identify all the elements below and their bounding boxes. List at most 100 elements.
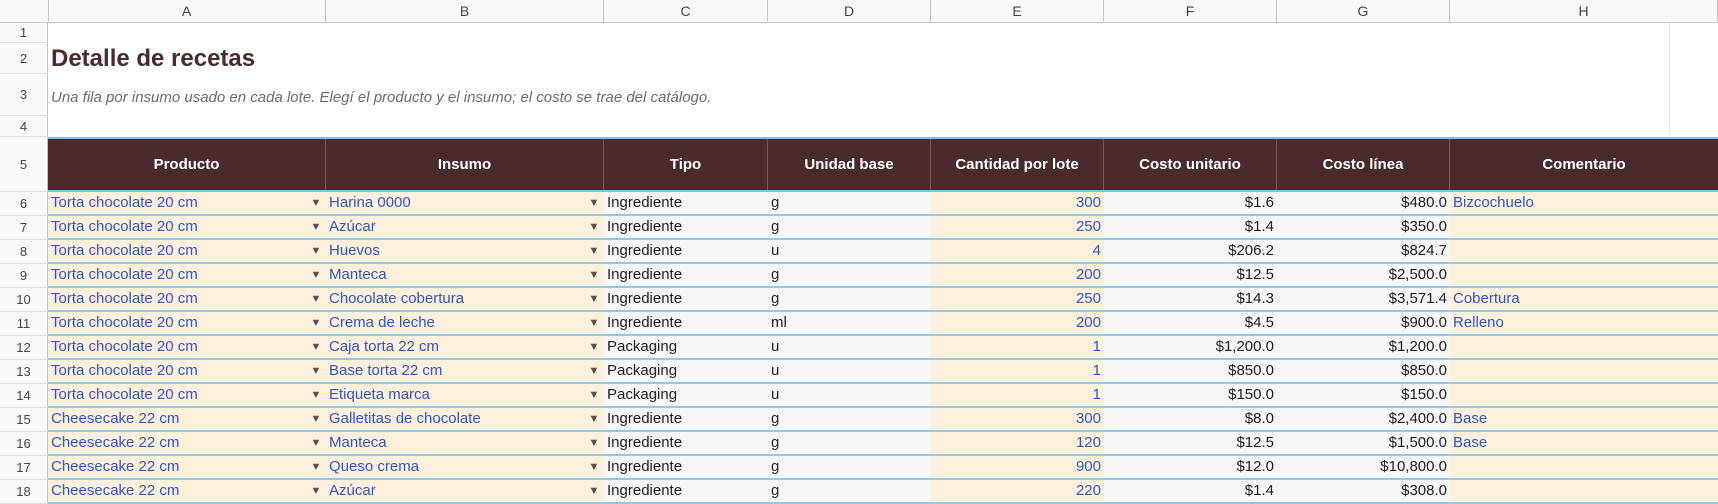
dropdown-arrow-icon[interactable]: ▼ xyxy=(309,192,323,214)
cell-producto[interactable]: Torta chocolate 20 cm xyxy=(48,216,326,238)
cell-tipo[interactable]: Ingrediente xyxy=(604,264,768,286)
cell-costo-linea[interactable]: $2,400.0 xyxy=(1277,408,1450,430)
select-all-corner[interactable] xyxy=(0,0,49,22)
row-header-1[interactable]: 1 xyxy=(0,23,48,43)
row-header-4[interactable]: 4 xyxy=(0,116,48,137)
cell-costo-linea[interactable]: $850.0 xyxy=(1277,360,1450,382)
cell-unidad-base[interactable]: g xyxy=(768,192,931,214)
cell-producto[interactable]: Torta chocolate 20 cm xyxy=(48,264,326,286)
cell-insumo[interactable]: Huevos xyxy=(326,240,604,262)
cell-cantidad-por-lote[interactable]: 300 xyxy=(931,408,1104,430)
cell-producto[interactable]: Torta chocolate 20 cm xyxy=(48,384,326,406)
cell-tipo[interactable]: Packaging xyxy=(604,336,768,358)
header-costo-linea[interactable]: Costo línea xyxy=(1277,139,1450,190)
cell-unidad-base[interactable]: g xyxy=(768,480,931,502)
dropdown-arrow-icon[interactable]: ▼ xyxy=(587,240,601,262)
cell-producto[interactable]: Torta chocolate 20 cm xyxy=(48,360,326,382)
cell-costo-linea[interactable]: $900.0 xyxy=(1277,312,1450,334)
header-producto[interactable]: Producto xyxy=(48,139,326,190)
dropdown-arrow-icon[interactable]: ▼ xyxy=(309,240,323,262)
cell-cantidad-por-lote[interactable]: 200 xyxy=(931,312,1104,334)
cell-tipo[interactable]: Ingrediente xyxy=(604,216,768,238)
cell-insumo[interactable]: Azúcar xyxy=(326,216,604,238)
header-costo-unitario[interactable]: Costo unitario xyxy=(1104,139,1277,190)
cell-tipo[interactable]: Ingrediente xyxy=(604,480,768,502)
cell-insumo[interactable]: Azúcar xyxy=(326,480,604,502)
cell-producto[interactable]: Cheesecake 22 cm xyxy=(48,408,326,430)
dropdown-arrow-icon[interactable]: ▼ xyxy=(587,456,601,478)
cell-costo-unitario[interactable]: $1.6 xyxy=(1104,192,1277,214)
cell-costo-unitario[interactable]: $1,200.0 xyxy=(1104,336,1277,358)
cell-unidad-base[interactable]: u xyxy=(768,384,931,406)
cell-producto[interactable]: Cheesecake 22 cm xyxy=(48,456,326,478)
cell-costo-unitario[interactable]: $850.0 xyxy=(1104,360,1277,382)
cell-insumo[interactable]: Queso crema xyxy=(326,456,604,478)
cell-cantidad-por-lote[interactable]: 300 xyxy=(931,192,1104,214)
cell-comentario[interactable] xyxy=(1450,264,1718,286)
dropdown-arrow-icon[interactable]: ▼ xyxy=(309,480,323,502)
dropdown-arrow-icon[interactable]: ▼ xyxy=(309,216,323,238)
row-header-15[interactable]: 15 xyxy=(0,408,48,432)
cell-insumo[interactable]: Caja torta 22 cm xyxy=(326,336,604,358)
cell-producto[interactable]: Torta chocolate 20 cm xyxy=(48,192,326,214)
cell-costo-unitario[interactable]: $150.0 xyxy=(1104,384,1277,406)
dropdown-arrow-icon[interactable]: ▼ xyxy=(309,408,323,430)
column-header-b[interactable]: B xyxy=(326,0,604,22)
cell-tipo[interactable]: Ingrediente xyxy=(604,456,768,478)
dropdown-arrow-icon[interactable]: ▼ xyxy=(309,384,323,406)
dropdown-arrow-icon[interactable]: ▼ xyxy=(309,264,323,286)
row-header-2[interactable]: 2 xyxy=(0,43,48,74)
cell-unidad-base[interactable]: g xyxy=(768,456,931,478)
row-header-11[interactable]: 11 xyxy=(0,312,48,336)
cell-producto[interactable]: Torta chocolate 20 cm xyxy=(48,240,326,262)
cell-costo-linea[interactable]: $1,200.0 xyxy=(1277,336,1450,358)
cell-cantidad-por-lote[interactable]: 250 xyxy=(931,216,1104,238)
dropdown-arrow-icon[interactable]: ▼ xyxy=(587,192,601,214)
cell-comentario[interactable] xyxy=(1450,216,1718,238)
cell-comentario[interactable]: Base xyxy=(1450,432,1718,454)
cell-tipo[interactable]: Ingrediente xyxy=(604,312,768,334)
cell-comentario[interactable] xyxy=(1450,360,1718,382)
dropdown-arrow-icon[interactable]: ▼ xyxy=(587,336,601,358)
cell-unidad-base[interactable]: g xyxy=(768,288,931,310)
cell-cantidad-por-lote[interactable]: 120 xyxy=(931,432,1104,454)
cell-costo-unitario[interactable]: $8.0 xyxy=(1104,408,1277,430)
dropdown-arrow-icon[interactable]: ▼ xyxy=(587,432,601,454)
dropdown-arrow-icon[interactable]: ▼ xyxy=(587,216,601,238)
cell-costo-unitario[interactable]: $12.5 xyxy=(1104,432,1277,454)
cell-producto[interactable]: Cheesecake 22 cm xyxy=(48,480,326,502)
cell-producto[interactable]: Torta chocolate 20 cm xyxy=(48,312,326,334)
cell-costo-unitario[interactable]: $206.2 xyxy=(1104,240,1277,262)
row-header-5[interactable]: 5 xyxy=(0,137,48,192)
cell-unidad-base[interactable]: g xyxy=(768,216,931,238)
header-unidad-base[interactable]: Unidad base xyxy=(768,139,931,190)
cell-insumo[interactable]: Manteca xyxy=(326,264,604,286)
dropdown-arrow-icon[interactable]: ▼ xyxy=(587,264,601,286)
cell-cantidad-por-lote[interactable]: 200 xyxy=(931,264,1104,286)
cell-tipo[interactable]: Ingrediente xyxy=(604,240,768,262)
cell-insumo[interactable]: Manteca xyxy=(326,432,604,454)
dropdown-arrow-icon[interactable]: ▼ xyxy=(587,288,601,310)
cell-costo-linea[interactable]: $824.7 xyxy=(1277,240,1450,262)
cell-costo-linea[interactable]: $150.0 xyxy=(1277,384,1450,406)
dropdown-arrow-icon[interactable]: ▼ xyxy=(587,408,601,430)
row-header-8[interactable]: 8 xyxy=(0,240,48,264)
dropdown-arrow-icon[interactable]: ▼ xyxy=(587,480,601,502)
dropdown-arrow-icon[interactable]: ▼ xyxy=(309,288,323,310)
dropdown-arrow-icon[interactable]: ▼ xyxy=(309,360,323,382)
dropdown-arrow-icon[interactable]: ▼ xyxy=(309,312,323,334)
cell-costo-unitario[interactable]: $1.4 xyxy=(1104,216,1277,238)
header-cantidad-por-lote[interactable]: Cantidad por lote xyxy=(931,139,1104,190)
cell-costo-unitario[interactable]: $12.5 xyxy=(1104,264,1277,286)
cell-comentario[interactable] xyxy=(1450,336,1718,358)
cell-comentario[interactable] xyxy=(1450,384,1718,406)
row-header-10[interactable]: 10 xyxy=(0,288,48,312)
cell-unidad-base[interactable]: u xyxy=(768,336,931,358)
cell-comentario[interactable]: Base xyxy=(1450,408,1718,430)
cell-comentario[interactable]: Cobertura xyxy=(1450,288,1718,310)
cell-costo-unitario[interactable]: $14.3 xyxy=(1104,288,1277,310)
column-header-h[interactable]: H xyxy=(1450,0,1718,22)
row-header-18[interactable]: 18 xyxy=(0,480,48,504)
dropdown-arrow-icon[interactable]: ▼ xyxy=(309,336,323,358)
cell-unidad-base[interactable]: u xyxy=(768,240,931,262)
